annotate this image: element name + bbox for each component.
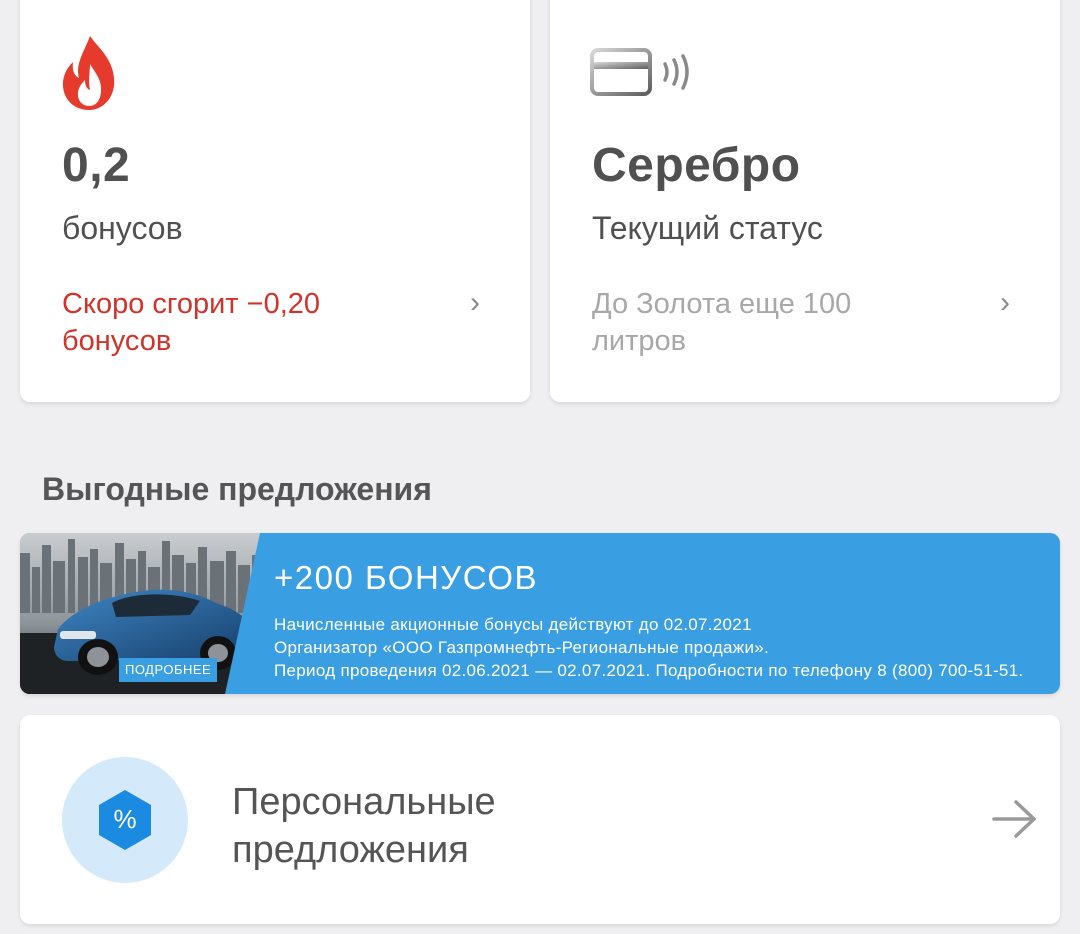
- promo-more-button[interactable]: ПОДРОБНЕЕ: [119, 658, 218, 682]
- contactless-card-icon: [590, 48, 698, 103]
- bonus-card[interactable]: 0,2 бонусов Скоро сгорит −0,20 бонусов ›: [20, 0, 530, 402]
- offers-section-title: Выгодные предложения: [42, 471, 432, 507]
- personal-offers-card[interactable]: % Персональные предложения: [20, 715, 1060, 924]
- promo-banner[interactable]: ПОДРОБНЕЕ +200 БОНУСОВ Начисленные акцио…: [20, 533, 1060, 694]
- arrow-right-icon[interactable]: [992, 799, 1038, 844]
- chevron-right-icon[interactable]: ›: [1000, 286, 1010, 320]
- svg-text:%: %: [113, 804, 136, 834]
- promo-title: +200 БОНУСОВ: [274, 559, 539, 596]
- bonus-expiry-note[interactable]: Скоро сгорит −0,20 бонусов: [62, 286, 392, 360]
- chevron-right-icon[interactable]: ›: [470, 286, 480, 320]
- status-card[interactable]: Серебро Текущий статус До Золота еще 100…: [550, 0, 1060, 402]
- status-progress-note[interactable]: До Золота еще 100 литров: [592, 286, 922, 360]
- status-name: Серебро: [592, 139, 801, 192]
- percent-hexagon-icon: %: [99, 790, 151, 850]
- flame-icon: [60, 34, 118, 117]
- promo-terms-line: Период проведения 02.06.2021 — 02.07.202…: [274, 661, 1024, 680]
- personal-offers-icon-circle: %: [62, 757, 188, 883]
- status-label: Текущий статус: [592, 210, 823, 246]
- bonus-balance-label: бонусов: [62, 210, 183, 246]
- promo-terms-line: Начисленные акционные бонусы действуют д…: [274, 615, 752, 634]
- promo-terms-line: Организатор «ООО Газпромнефть-Региональн…: [274, 638, 770, 657]
- bonus-balance: 0,2: [62, 139, 131, 192]
- personal-offers-label: Персональные предложения: [232, 781, 496, 871]
